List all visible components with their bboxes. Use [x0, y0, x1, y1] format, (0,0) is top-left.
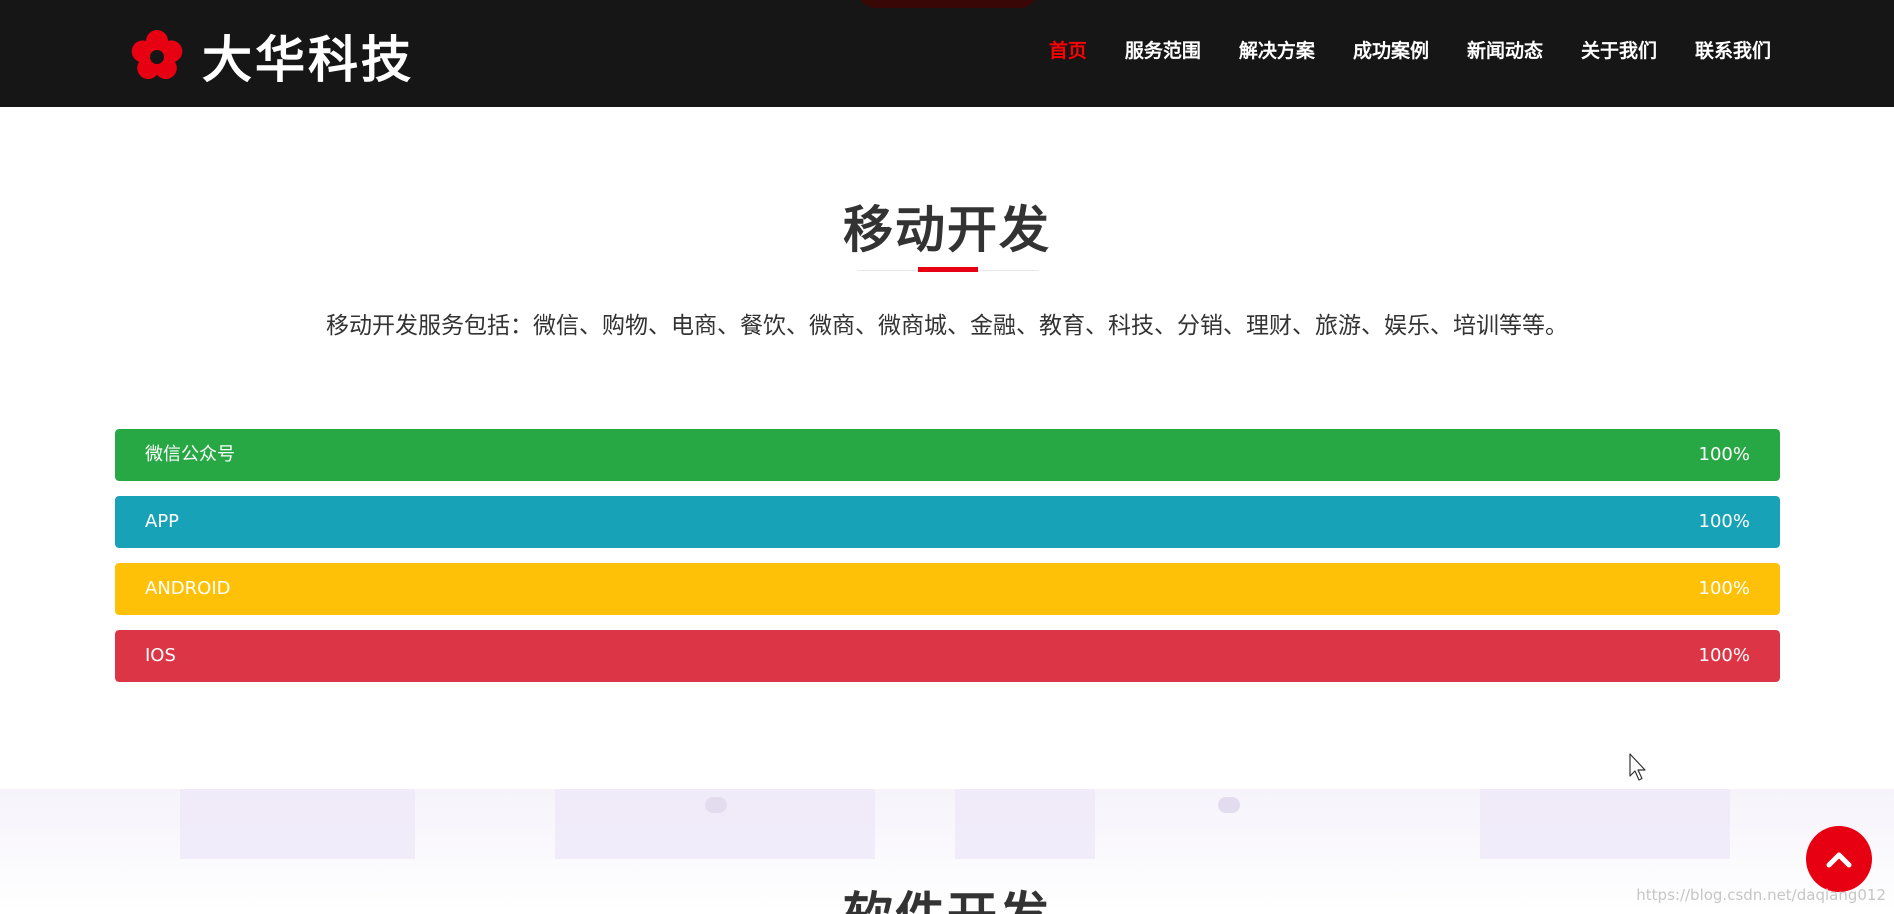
progress-value: 100%: [1698, 444, 1750, 465]
progress-bar-app: APP 100%: [115, 496, 1780, 548]
background-dot: [1218, 797, 1240, 813]
next-section-title: 软件开发: [0, 876, 1894, 914]
progress-fill: [115, 496, 1780, 548]
progress-bar-wechat: 微信公众号 100%: [115, 429, 1780, 481]
progress-label: IOS: [145, 645, 176, 666]
title-accent-bar: [918, 267, 978, 272]
nav-item-home[interactable]: 首页: [1049, 36, 1087, 63]
progress-value: 100%: [1698, 511, 1750, 532]
mouse-cursor-icon: [1629, 753, 1646, 781]
nav-item-services[interactable]: 服务范围: [1125, 36, 1201, 63]
nav-item-cases[interactable]: 成功案例: [1353, 36, 1429, 63]
watermark: https://blog.csdn.net/daqiang012: [1636, 886, 1886, 904]
progress-label: 微信公众号: [145, 444, 235, 465]
nav-item-about[interactable]: 关于我们: [1581, 36, 1657, 63]
background-dot: [705, 797, 727, 813]
page: 大华科技 首页 服务范围 解决方案 成功案例 新闻动态 关于我们 联系我们 移动…: [0, 0, 1894, 914]
section-description: 移动开发服务包括：微信、购物、电商、餐饮、微商、微商城、金融、教育、科技、分销、…: [326, 313, 1568, 339]
progress-bar-ios: IOS 100%: [115, 630, 1780, 682]
section-title: 移动开发: [843, 201, 1051, 259]
progress-label: APP: [145, 511, 180, 532]
progress-fill: [115, 630, 1780, 682]
progress-value: 100%: [1698, 645, 1750, 666]
progress-fill: [115, 429, 1780, 481]
brand-logo[interactable]: 大华科技: [130, 28, 414, 89]
flower-icon: [131, 30, 183, 80]
chevron-up-icon: [1826, 852, 1852, 868]
site-header: 大华科技 首页 服务范围 解决方案 成功案例 新闻动态 关于我们 联系我们: [0, 0, 1894, 107]
back-to-top-button[interactable]: [1806, 826, 1872, 892]
nav-item-news[interactable]: 新闻动态: [1467, 36, 1543, 63]
progress-value: 100%: [1698, 578, 1750, 599]
brand-name: 大华科技: [202, 31, 414, 89]
background-shape: [180, 789, 415, 859]
background-shape: [1480, 789, 1730, 859]
progress-bar-android: ANDROID 100%: [115, 563, 1780, 615]
header-decoration: [858, 0, 1038, 8]
progress-list: 微信公众号 100% APP 100% ANDROID 100% IOS 100…: [115, 429, 1780, 697]
nav-item-solutions[interactable]: 解决方案: [1239, 36, 1315, 63]
background-shape: [955, 789, 1095, 859]
nav-item-contact[interactable]: 联系我们: [1695, 36, 1771, 63]
progress-fill: [115, 563, 1780, 615]
main-nav: 首页 服务范围 解决方案 成功案例 新闻动态 关于我们 联系我们: [1049, 36, 1771, 63]
progress-label: ANDROID: [145, 578, 231, 599]
